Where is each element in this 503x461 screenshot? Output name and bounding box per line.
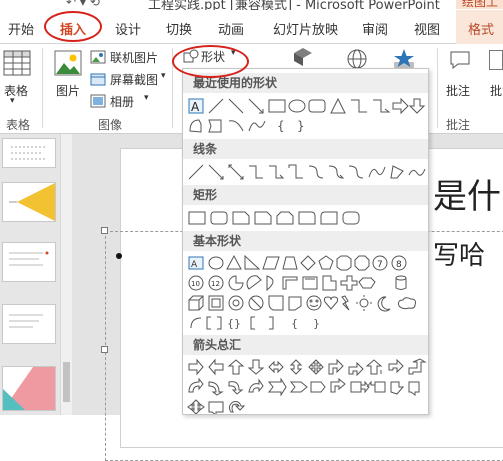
svg-text:{}: {}: [227, 317, 241, 330]
svg-text:}: }: [313, 317, 320, 330]
table-button-label[interactable]: 表格: [4, 82, 28, 99]
chevron-down-icon[interactable]: ▾: [10, 96, 15, 106]
comment-icon[interactable]: [449, 50, 471, 70]
action-star-icon[interactable]: [392, 48, 416, 70]
online-picture-button[interactable]: 联机图片: [110, 49, 158, 66]
section-block-arrows: 箭头总汇: [183, 335, 428, 355]
thumbnail-scrollbar[interactable]: [60, 134, 72, 415]
tab-review[interactable]: 审阅: [362, 19, 388, 38]
table-icon[interactable]: [3, 50, 31, 76]
block-arrows-row[interactable]: [187, 398, 427, 414]
shapes-dropdown: 最近使用的形状 A {} 线条 矩形 基本形状 A 7 8 10 12 {} {…: [182, 68, 429, 415]
context-tab-group-label: 绘图工具: [456, 0, 503, 9]
online-picture-icon[interactable]: [90, 49, 106, 65]
bullet: [116, 253, 122, 259]
window-title: 工程实践.ppt [兼容模式] - Microsoft PowerPoint: [148, 0, 440, 10]
picture-icon[interactable]: [53, 49, 83, 77]
tab-format[interactable]: 格式: [468, 19, 494, 38]
recent-shapes-row[interactable]: A: [187, 97, 427, 115]
basic-shapes-row[interactable]: 10 12: [187, 274, 427, 292]
quick-access-icons[interactable]: ↶ ▾ ⟲: [66, 0, 100, 9]
block-arrows-row[interactable]: [187, 378, 427, 396]
recent-shapes-row[interactable]: {}: [187, 117, 427, 135]
smartart-icon[interactable]: [292, 46, 314, 68]
svg-text:10: 10: [191, 280, 200, 288]
scrollbar-thumb[interactable]: [63, 362, 70, 402]
svg-text:A: A: [191, 260, 198, 270]
highlight-ring-shapes-button: [172, 45, 249, 78]
highlight-ring-insert-tab: [44, 11, 102, 42]
rectangles-row[interactable]: [187, 209, 427, 227]
slide-thumbnail[interactable]: [2, 242, 56, 282]
resize-handle[interactable]: [101, 227, 108, 234]
basic-shapes-row[interactable]: [187, 294, 427, 312]
lines-row[interactable]: [187, 163, 427, 181]
table-group-label: 表格: [6, 118, 31, 132]
tab-home[interactable]: 开始: [8, 19, 34, 38]
svg-text:7: 7: [377, 260, 383, 270]
screenshot-button[interactable]: 屏幕截图: [110, 71, 158, 88]
section-lines: 线条: [183, 139, 428, 159]
svg-text:}: }: [297, 119, 305, 133]
slide-thumbnail[interactable]: [2, 138, 56, 168]
chevron-down-icon[interactable]: ▾: [161, 71, 166, 81]
album-icon[interactable]: [90, 93, 106, 109]
block-arrows-row[interactable]: [187, 358, 427, 376]
tab-design[interactable]: 设计: [115, 19, 141, 38]
basic-shapes-row[interactable]: A 7 8: [187, 254, 427, 272]
comment-button-label-2[interactable]: 批注: [490, 82, 503, 99]
tab-transitions[interactable]: 切换: [166, 19, 192, 38]
group-divider: [42, 48, 43, 128]
slide-thumbnail[interactable]: [2, 182, 56, 222]
svg-text:12: 12: [211, 280, 220, 288]
image-group-label: 图像: [98, 118, 123, 132]
section-basic-shapes: 基本形状: [183, 231, 428, 251]
tab-view[interactable]: 视图: [414, 19, 440, 38]
chevron-down-icon[interactable]: ▾: [144, 93, 149, 103]
svg-text:8: 8: [396, 260, 402, 270]
globe-icon[interactable]: [346, 48, 368, 70]
slide-thumbnail[interactable]: [2, 366, 56, 411]
comment-button-label[interactable]: 批注: [446, 82, 470, 99]
basic-shapes-row[interactable]: {} {}: [187, 314, 427, 332]
svg-text:{: {: [277, 119, 285, 133]
picture-button-label[interactable]: 图片: [56, 82, 80, 99]
slide-title-text[interactable]: 是什: [433, 169, 501, 218]
svg-text:{: {: [291, 317, 298, 330]
section-rectangles: 矩形: [183, 185, 428, 205]
svg-text:A: A: [191, 100, 200, 114]
tab-slideshow[interactable]: 幻灯片放映: [273, 19, 338, 38]
title-bar: ↶ ▾ ⟲ 工程实践.ppt [兼容模式] - Microsoft PowerP…: [0, 0, 503, 10]
slide-thumbnail[interactable]: [2, 304, 56, 344]
comment-group-label: 批注: [446, 118, 471, 132]
group-divider: [437, 48, 438, 128]
tab-animations[interactable]: 动画: [218, 19, 244, 38]
screenshot-icon[interactable]: [90, 71, 106, 87]
album-button[interactable]: 相册: [110, 93, 134, 110]
slide-body-text[interactable]: 写哈: [433, 235, 485, 272]
document-icon[interactable]: [489, 50, 503, 70]
resize-handle[interactable]: [101, 346, 108, 353]
